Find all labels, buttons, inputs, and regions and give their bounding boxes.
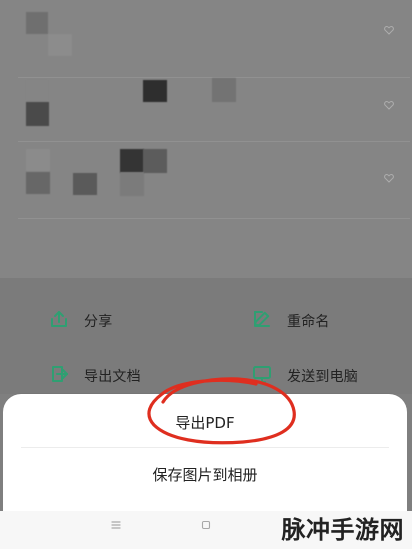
blurred-thumbnail-block bbox=[73, 173, 97, 195]
heart-icon bbox=[384, 20, 394, 35]
list-divider bbox=[18, 141, 410, 142]
phone-screen: 分享 重命名 导出文档 发送到电脑 导出PDF 保存图片到相册 脉冲手游网 bbox=[0, 0, 412, 549]
menu-icon[interactable] bbox=[111, 519, 121, 533]
blurred-thumbnail-block bbox=[212, 78, 236, 102]
blurred-thumbnail-block bbox=[120, 149, 144, 173]
blurred-thumbnail-block bbox=[48, 34, 72, 56]
send-to-pc-action[interactable]: 发送到电脑 bbox=[251, 363, 358, 389]
export-doc-label: 导出文档 bbox=[84, 369, 141, 385]
rename-label: 重命名 bbox=[287, 314, 330, 330]
export-pdf-label: 导出PDF bbox=[175, 414, 235, 432]
action-sheet-overlay: 分享 重命名 导出文档 发送到电脑 bbox=[0, 278, 412, 394]
blurred-thumbnail-block bbox=[26, 172, 50, 194]
share-action[interactable]: 分享 bbox=[48, 308, 112, 334]
blurred-thumbnail-block bbox=[143, 80, 167, 102]
share-label: 分享 bbox=[84, 314, 113, 330]
sheet-divider bbox=[21, 447, 389, 448]
heart-icon bbox=[384, 95, 394, 110]
heart-icon bbox=[384, 168, 394, 183]
watermark-text: 脉冲手游网 bbox=[281, 516, 404, 544]
blurred-thumbnail-block bbox=[120, 172, 144, 196]
blurred-thumbnail-block bbox=[26, 149, 50, 171]
monitor-icon bbox=[251, 363, 273, 389]
share-icon bbox=[48, 308, 70, 334]
edit-icon bbox=[251, 308, 273, 334]
blurred-thumbnail-block bbox=[26, 80, 48, 100]
send-to-pc-label: 发送到电脑 bbox=[287, 369, 358, 385]
blurred-thumbnail-block bbox=[26, 12, 48, 34]
blurred-thumbnail-block bbox=[26, 102, 49, 126]
rename-action[interactable]: 重命名 bbox=[251, 308, 330, 334]
list-divider bbox=[18, 218, 410, 219]
export-pdf-option[interactable]: 导出PDF bbox=[3, 412, 407, 433]
export-doc-icon bbox=[48, 363, 70, 389]
export-doc-action[interactable]: 导出文档 bbox=[48, 363, 141, 389]
blurred-thumbnail-block bbox=[143, 149, 167, 173]
save-album-label: 保存图片到相册 bbox=[152, 466, 258, 484]
export-options-sheet: 导出PDF 保存图片到相册 bbox=[3, 394, 407, 511]
blurred-list-area bbox=[0, 0, 412, 278]
home-icon[interactable] bbox=[201, 519, 211, 533]
save-album-option[interactable]: 保存图片到相册 bbox=[3, 464, 407, 485]
